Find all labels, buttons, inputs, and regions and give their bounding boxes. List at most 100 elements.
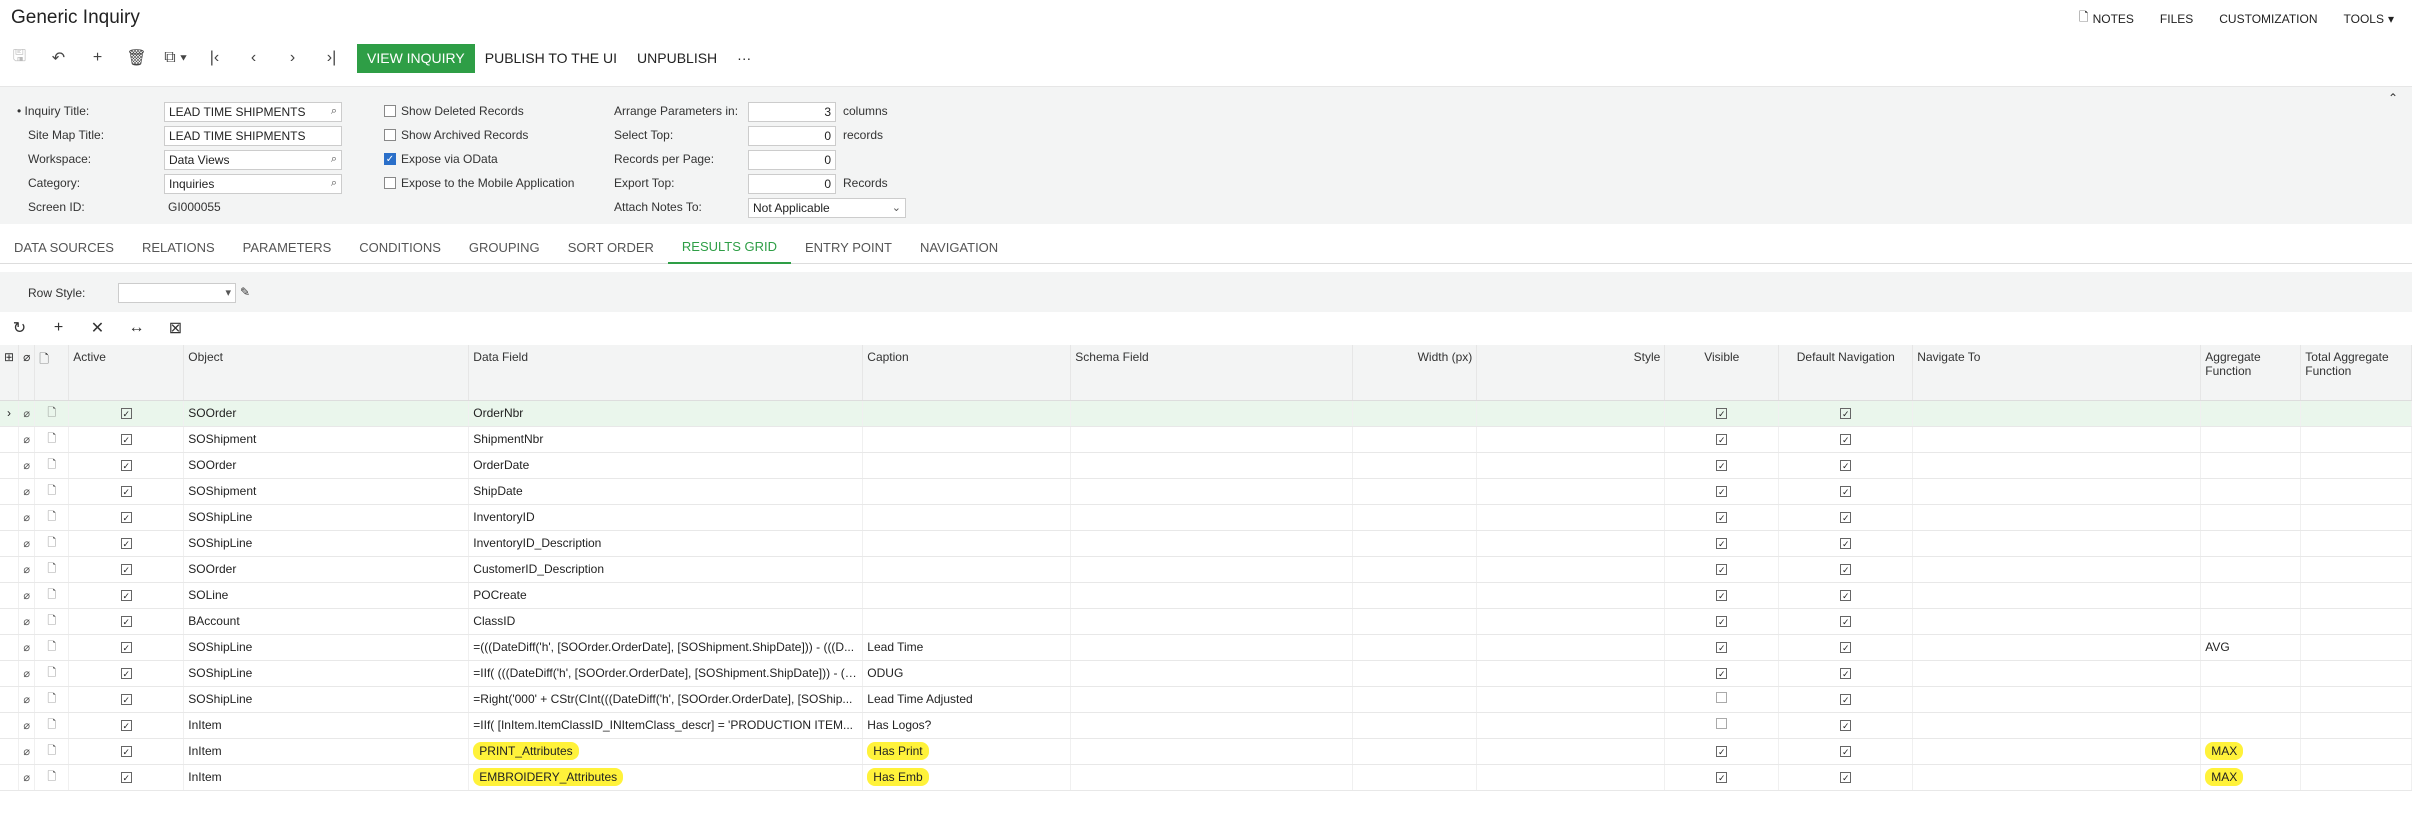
total-aggregate-cell[interactable] xyxy=(2300,556,2412,583)
default-nav-cell[interactable]: ✓ xyxy=(1778,452,1914,479)
data-field-cell[interactable]: =IIf( (((DateDiff('h', [SOOrder.OrderDat… xyxy=(468,660,864,687)
note-icon[interactable]: 🗋 xyxy=(34,660,70,687)
width-cell[interactable] xyxy=(1352,608,1478,635)
note-icon[interactable]: 🗋 xyxy=(34,530,70,557)
search-icon[interactable]: ⌕ xyxy=(331,105,337,118)
visible-checkbox[interactable]: ✓ xyxy=(1716,460,1728,471)
active-checkbox[interactable]: ✓ xyxy=(120,642,132,653)
total-aggregate-cell[interactable] xyxy=(2300,452,2412,479)
schema-field-cell[interactable] xyxy=(1070,504,1354,531)
notes-link[interactable]: 🗋 NOTES xyxy=(2079,8,2134,29)
category-input[interactable]: Inquiries ⌕ xyxy=(164,174,342,194)
caption-cell[interactable]: ODUG xyxy=(862,660,1072,687)
width-cell[interactable] xyxy=(1352,400,1478,427)
tab-grouping[interactable]: GROUPING xyxy=(455,230,554,264)
note-icon[interactable]: 🗋 xyxy=(34,608,70,635)
data-field-cell[interactable]: =IIf( [InItem.ItemClassID_INItemClass_de… xyxy=(468,712,864,739)
collapse-icon[interactable]: ⌃ xyxy=(2388,91,2398,105)
default-nav-cell[interactable]: ✓ xyxy=(1778,686,1914,713)
col-aggregate[interactable]: Aggregate Function xyxy=(2200,345,2302,401)
site-map-title-input[interactable]: LEAD TIME SHIPMENTS xyxy=(164,126,342,146)
note-icon[interactable]: 🗋 xyxy=(34,400,70,427)
col-navigate-to[interactable]: Navigate To xyxy=(1912,345,2202,401)
schema-field-cell[interactable] xyxy=(1070,764,1354,791)
data-field-cell[interactable]: ShipDate xyxy=(468,478,864,505)
active-checkbox[interactable]: ✓ xyxy=(120,538,132,549)
files-link[interactable]: FILES xyxy=(2160,8,2193,29)
schema-field-cell[interactable] xyxy=(1070,582,1354,609)
show-deleted-checkbox[interactable]: Show Deleted Records xyxy=(384,104,524,118)
schema-field-cell[interactable] xyxy=(1070,426,1354,453)
data-field-cell[interactable]: EMBROIDERY_Attributes xyxy=(468,764,864,791)
active-cell[interactable]: ✓ xyxy=(68,712,185,739)
navigate-to-cell[interactable] xyxy=(1912,400,2202,427)
visible-cell[interactable]: ✓ xyxy=(1664,478,1780,505)
schema-field-cell[interactable] xyxy=(1070,712,1354,739)
aggregate-cell[interactable] xyxy=(2200,478,2302,505)
width-cell[interactable] xyxy=(1352,764,1478,791)
active-cell[interactable]: ✓ xyxy=(68,426,185,453)
data-field-cell[interactable]: =Right('000' + CStr(CInt(((DateDiff('h',… xyxy=(468,686,864,713)
expose-odata-checkbox[interactable]: ✓ Expose via OData xyxy=(384,152,498,166)
style-cell[interactable] xyxy=(1476,478,1666,505)
default-nav-checkbox[interactable]: ✓ xyxy=(1840,694,1852,705)
row-selector[interactable] xyxy=(0,738,20,765)
visible-checkbox[interactable]: ✓ xyxy=(1716,642,1728,653)
active-cell[interactable]: ✓ xyxy=(68,660,185,687)
aggregate-cell[interactable] xyxy=(2200,686,2302,713)
active-checkbox[interactable]: ✓ xyxy=(120,564,132,575)
aggregate-cell[interactable] xyxy=(2200,712,2302,739)
active-cell[interactable]: ✓ xyxy=(68,686,185,713)
object-cell[interactable]: BAccount xyxy=(183,608,470,635)
col-style[interactable]: Style xyxy=(1476,345,1666,401)
col-caption[interactable]: Caption xyxy=(862,345,1072,401)
row-selector[interactable] xyxy=(0,764,20,791)
default-nav-cell[interactable]: ✓ xyxy=(1778,712,1914,739)
data-field-cell[interactable]: InventoryID_Description xyxy=(468,530,864,557)
width-cell[interactable] xyxy=(1352,738,1478,765)
active-checkbox[interactable]: ✓ xyxy=(120,512,132,523)
object-cell[interactable]: SOOrder xyxy=(183,556,470,583)
aggregate-cell[interactable] xyxy=(2200,452,2302,479)
caption-cell[interactable] xyxy=(862,504,1072,531)
tab-data-sources[interactable]: DATA SOURCES xyxy=(0,230,128,264)
active-checkbox[interactable]: ✓ xyxy=(120,590,132,601)
visible-checkbox[interactable]: ✓ xyxy=(1716,408,1728,419)
active-cell[interactable]: ✓ xyxy=(68,764,185,791)
aggregate-cell[interactable]: MAX xyxy=(2200,764,2302,791)
aggregate-cell[interactable] xyxy=(2200,556,2302,583)
default-nav-cell[interactable]: ✓ xyxy=(1778,738,1914,765)
caption-cell[interactable]: Has Print xyxy=(862,738,1072,765)
default-nav-cell[interactable]: ✓ xyxy=(1778,504,1914,531)
table-row[interactable]: ⌀ 🗋 ✓ SOOrder CustomerID_Description ✓ ✓ xyxy=(0,556,2412,583)
default-nav-cell[interactable]: ✓ xyxy=(1778,660,1914,687)
total-aggregate-cell[interactable] xyxy=(2300,764,2412,791)
export-excel-icon[interactable]: ⊠ xyxy=(156,318,195,338)
search-icon[interactable]: ⌕ xyxy=(331,177,337,190)
total-aggregate-cell[interactable] xyxy=(2300,582,2412,609)
default-nav-checkbox[interactable]: ✓ xyxy=(1840,642,1852,653)
add-row-icon[interactable]: + xyxy=(39,319,78,337)
active-checkbox[interactable]: ✓ xyxy=(120,408,132,419)
aggregate-cell[interactable] xyxy=(2200,400,2302,427)
view-inquiry-button[interactable]: VIEW INQUIRY xyxy=(357,43,475,73)
table-row[interactable]: ⌀ 🗋 ✓ SOOrder OrderDate ✓ ✓ xyxy=(0,452,2412,479)
schema-field-cell[interactable] xyxy=(1070,608,1354,635)
table-row[interactable]: ⌀ 🗋 ✓ BAccount ClassID ✓ ✓ xyxy=(0,608,2412,635)
schema-field-cell[interactable] xyxy=(1070,686,1354,713)
row-selector[interactable] xyxy=(0,608,20,635)
col-visible[interactable]: Visible xyxy=(1664,345,1780,401)
note-icon[interactable]: 🗋 xyxy=(34,686,70,713)
style-cell[interactable] xyxy=(1476,452,1666,479)
total-aggregate-cell[interactable] xyxy=(2300,400,2412,427)
table-row[interactable]: ⌀ 🗋 ✓ InItem PRINT_Attributes Has Print ✓ ✓ MAX xyxy=(0,738,2412,765)
navigate-to-cell[interactable] xyxy=(1912,582,2202,609)
active-checkbox[interactable]: ✓ xyxy=(120,668,132,679)
attachment-icon[interactable]: ⌀ xyxy=(18,452,36,479)
navigate-to-cell[interactable] xyxy=(1912,686,2202,713)
navigate-to-cell[interactable] xyxy=(1912,478,2202,505)
style-cell[interactable] xyxy=(1476,530,1666,557)
row-selector[interactable] xyxy=(0,634,20,661)
tools-menu[interactable]: TOOLS ▾ xyxy=(2344,8,2395,29)
visible-checkbox[interactable]: ✓ xyxy=(1716,616,1728,627)
